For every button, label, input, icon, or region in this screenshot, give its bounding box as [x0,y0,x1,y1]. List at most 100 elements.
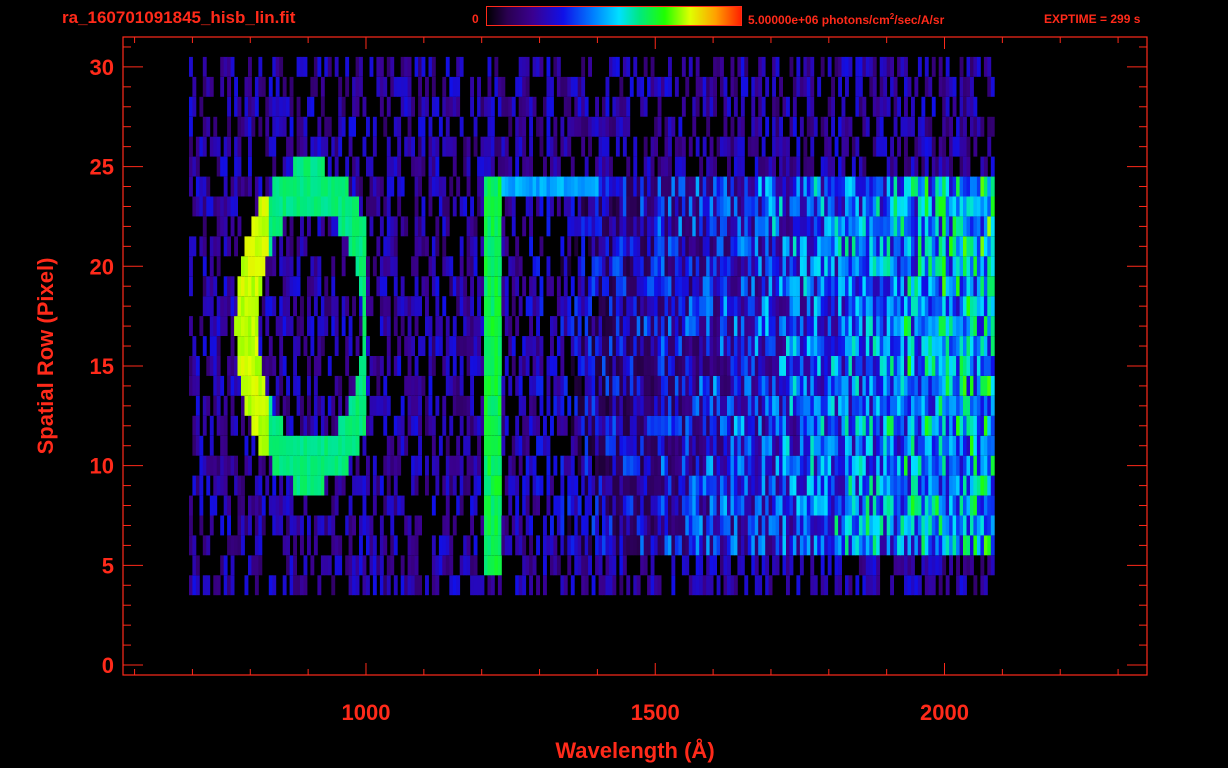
spectrum-pixel [858,156,863,177]
spectrum-pixel [543,156,547,177]
spectrum-pixel [626,515,631,536]
spectrum-pixel [543,176,547,197]
spectrum-pixel [685,395,690,416]
spectrum-pixel [619,256,624,277]
spectrum-pixel [858,96,863,117]
spectrum-pixel [949,76,953,97]
spectrum-pixel [261,236,266,257]
spectrum-pixel [786,495,790,516]
spectrum-pixel [869,535,874,556]
spectrum-pixel [848,495,853,516]
spectrum-pixel [265,176,270,197]
spectrum-pixel [973,575,978,596]
spectrum-pixel [497,455,502,476]
spectrum-pixel [681,375,686,396]
spectrum-pixel [289,216,294,237]
spectrum-pixel [799,435,804,456]
spectrum-pixel [612,316,617,336]
spectrum-pixel [494,515,499,536]
spectrum-pixel [501,236,506,257]
spectrum-pixel [189,515,193,536]
spectrum-pixel [730,136,735,157]
spectrum-pixel [202,415,207,436]
spectrum-pixel [393,156,398,177]
x-tick-label: 1500 [631,700,680,725]
spectrum-pixel [202,296,207,317]
spectrum-pixel [949,336,953,356]
spectrum-pixel [279,296,284,317]
spectrum-pixel [796,435,801,456]
spectrum-pixel [202,176,207,197]
spectrum-pixel [917,575,922,596]
spectrum-pixel [921,375,926,396]
spectrum-pixel [470,575,474,596]
spectrum-pixel [761,495,766,516]
spectrum-pixel [622,176,627,197]
spectrum-pixel [199,196,204,217]
spectrum-pixel [966,76,971,97]
spectrum-pixel [477,435,481,456]
spectrum-pixel [779,236,783,257]
spectrum-pixel [438,555,443,576]
spectrum-pixel [338,455,343,476]
spectrum-pixel [609,515,613,536]
spectrum-pixel [261,356,266,376]
spectrum-pixel [643,236,648,257]
spectrum-pixel [303,415,308,436]
spectrum-pixel [772,216,776,237]
spectrum-pixel [550,336,554,356]
spectrum-pixel [924,435,929,456]
spectrum-pixel [536,116,540,137]
spectrum-pixel [872,555,877,576]
spectrum-pixel [657,515,662,536]
spectrum-pixel [963,76,967,97]
spectrum-pixel [671,495,676,516]
spectrum-pixel [970,256,974,277]
spectrum-pixel [716,395,721,416]
spectrum-pixel [664,176,669,197]
spectrum-pixel [671,515,676,536]
spectrum-pixel [345,395,350,416]
spectrum-pixel [831,375,835,396]
spectrum-pixel [293,575,297,596]
spectrum-pixel [657,535,662,556]
spectrum-pixel [876,196,881,217]
spectrum-pixel [668,296,672,317]
spectrum-pixel [834,375,839,396]
spectrum-pixel [886,156,891,177]
spectrum-pixel [612,435,617,456]
spectrum-pixel [740,515,745,536]
spectrum-pixel [227,236,231,257]
spectrum-pixel [390,435,395,456]
spectrum-pixel [872,336,877,356]
spectrum-pixel [782,515,787,536]
spectrum-pixel [890,515,894,536]
x-tick-label: 2000 [920,700,969,725]
spectrum-pixel [733,455,738,476]
spectrum-pixel [723,296,728,317]
spectrum-pixel [747,196,752,217]
spectrum-pixel [976,256,981,277]
spectrum-pixel [657,96,662,117]
y-axis-label: Spatial Row (Pixel) [33,258,58,455]
spectrum-pixel [334,435,339,456]
spectrum-pixel [914,136,919,157]
spectrum-pixel [959,236,964,257]
spectrum-pixel [834,575,839,596]
spectrum-pixel [931,136,936,157]
spectrum-pixel [626,296,631,317]
spectrum-pixel [459,296,464,317]
spectrum-pixel [584,316,589,336]
spectrum-pixel [220,475,225,496]
spectrum-pixel [466,535,471,556]
spectrum-pixel [497,515,502,536]
spectrum-pixel [550,176,554,197]
spectrum-pixel [987,76,992,97]
spectrum-pixel [664,76,669,97]
spectrum-pixel [508,455,513,476]
spectrum-pixel [595,216,599,237]
spectrum-pixel [890,316,894,336]
spectrum-pixel [733,535,738,556]
spectrum-pixel [546,276,551,297]
spectrum-pixel [976,375,981,396]
